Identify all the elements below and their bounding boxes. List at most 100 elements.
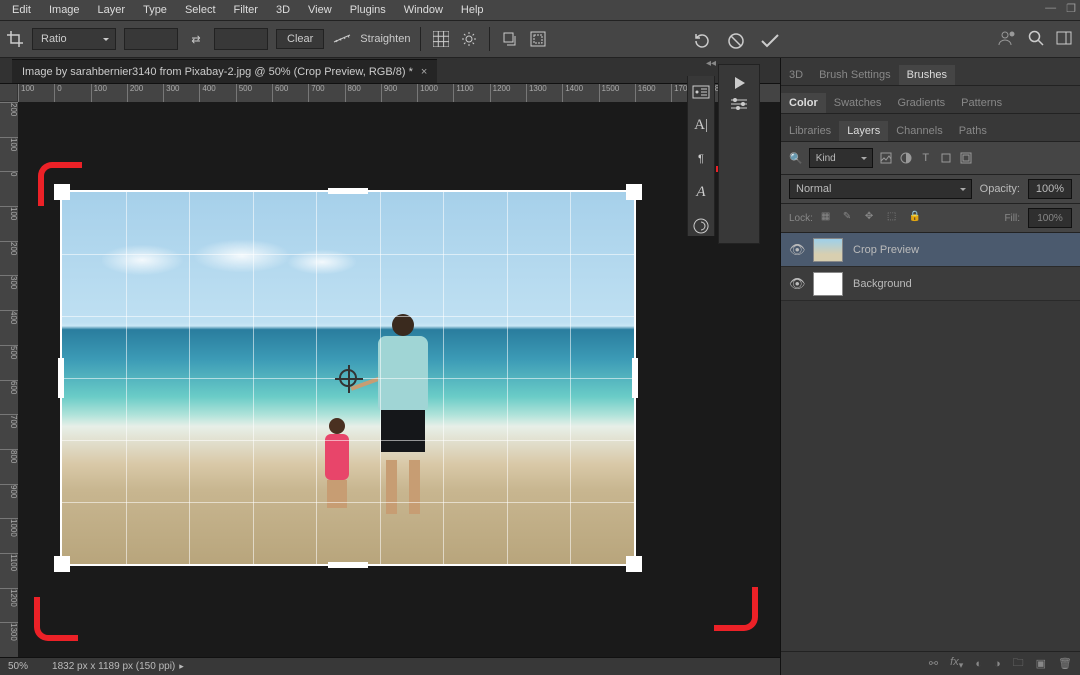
crop-handle-br[interactable] — [626, 556, 642, 572]
clear-button[interactable]: Clear — [276, 29, 324, 49]
crop-tool-icon[interactable] — [6, 30, 24, 48]
menu-layer[interactable]: Layer — [90, 2, 134, 18]
fill-field[interactable]: 100% — [1028, 208, 1072, 228]
ruler-vertical[interactable]: 2001000100200300400500600700800900100011… — [0, 102, 18, 657]
commit-crop-icon[interactable] — [760, 31, 780, 51]
character-panel-icon[interactable]: A| — [690, 116, 712, 136]
filter-shape-icon[interactable] — [939, 151, 953, 165]
layer-fx-icon[interactable]: fx▾ — [950, 656, 963, 671]
ratio-dropdown[interactable]: Ratio — [32, 28, 116, 50]
tab-paths[interactable]: Paths — [951, 121, 995, 141]
cancel-crop-icon[interactable] — [726, 31, 746, 51]
layer-mask-icon[interactable]: ◐ — [975, 658, 982, 670]
filter-adjust-icon[interactable] — [899, 151, 913, 165]
glyphs-panel-icon[interactable]: A — [690, 183, 712, 203]
opacity-field[interactable]: 100% — [1028, 179, 1072, 199]
ruler-origin[interactable] — [0, 84, 18, 102]
tab-swatches[interactable]: Swatches — [826, 93, 890, 113]
opacity-label: Opacity: — [980, 183, 1020, 195]
crop-handle-bl[interactable] — [54, 556, 70, 572]
crop-handle-t[interactable] — [328, 188, 368, 194]
layer-thumbnail[interactable] — [813, 272, 843, 296]
straighten-icon[interactable] — [332, 29, 352, 49]
menu-help[interactable]: Help — [453, 2, 492, 18]
lock-pixels-icon[interactable]: ✎ — [843, 211, 857, 225]
paragraph-panel-icon[interactable]: ¶ — [690, 149, 712, 169]
grid-overlay-icon[interactable] — [431, 29, 451, 49]
content-aware-icon[interactable] — [528, 29, 548, 49]
crop-center-icon[interactable] — [339, 369, 357, 387]
menu-select[interactable]: Select — [177, 2, 224, 18]
tab-brushes[interactable]: Brushes — [899, 65, 955, 85]
crop-handle-r[interactable] — [632, 358, 638, 398]
visibility-toggle-icon[interactable]: 👁 — [789, 242, 803, 258]
swap-dimensions-icon[interactable]: ⇄ — [186, 29, 206, 49]
layer-group-icon[interactable]: 🗀 — [1013, 654, 1024, 673]
workspace-switcher-icon[interactable] — [1056, 31, 1072, 45]
tab-color[interactable]: Color — [781, 93, 826, 113]
lock-position-icon[interactable]: ✥ — [865, 211, 879, 225]
adjustment-layer-icon[interactable]: ◑ — [994, 658, 1001, 670]
search-icon[interactable] — [1028, 30, 1044, 46]
layer-kind-dropdown[interactable]: Kind — [809, 148, 873, 168]
tab-libraries[interactable]: Libraries — [781, 121, 839, 141]
tab-gradients[interactable]: Gradients — [889, 93, 953, 113]
panel-group-mid: Color Swatches Gradients Patterns — [781, 86, 1080, 114]
menu-view[interactable]: View — [300, 2, 340, 18]
crop-region[interactable] — [62, 192, 634, 564]
crop-width-field[interactable] — [124, 28, 178, 50]
menu-image[interactable]: Image — [41, 2, 88, 18]
menu-3d[interactable]: 3D — [268, 2, 298, 18]
delete-cropped-icon[interactable] — [500, 29, 520, 49]
layer-row-crop-preview[interactable]: 👁 Crop Preview — [781, 233, 1080, 267]
cloud-user-icon[interactable] — [998, 30, 1016, 46]
document-tab[interactable]: Image by sarahbernier3140 from Pixabay-2… — [12, 59, 437, 83]
delete-layer-icon[interactable]: 🗑 — [1058, 657, 1072, 670]
properties-panel-icon[interactable] — [690, 216, 712, 236]
lock-all-icon[interactable]: 🔒 — [909, 211, 923, 225]
crop-height-field[interactable] — [214, 28, 268, 50]
menu-type[interactable]: Type — [135, 2, 175, 18]
crop-settings-icon[interactable] — [459, 29, 479, 49]
layer-list: 👁 Crop Preview 👁 Background — [781, 233, 1080, 301]
close-tab-icon[interactable]: × — [421, 66, 427, 78]
crop-handle-tr[interactable] — [626, 184, 642, 200]
filter-pixel-icon[interactable] — [879, 151, 893, 165]
filter-smart-icon[interactable] — [959, 151, 973, 165]
link-layers-icon[interactable]: ⚯ — [929, 657, 938, 670]
layer-name[interactable]: Background — [853, 278, 912, 290]
reset-crop-icon[interactable] — [692, 31, 712, 51]
straighten-label[interactable]: Straighten — [360, 33, 410, 45]
minimize-icon[interactable]: — — [1045, 2, 1056, 15]
new-layer-icon[interactable]: ▣ — [1036, 657, 1046, 670]
crop-handle-l[interactable] — [58, 358, 64, 398]
fill-label: Fill: — [1004, 213, 1020, 224]
tab-channels[interactable]: Channels — [888, 121, 950, 141]
layer-name[interactable]: Crop Preview — [853, 244, 919, 256]
document-dimensions[interactable]: 1832 px x 1189 px (150 ppi)▸ — [52, 661, 184, 672]
ruler-horizontal[interactable]: 1000100200300400500600700800900100011001… — [18, 84, 780, 102]
blend-mode-dropdown[interactable]: Normal — [789, 179, 972, 199]
visibility-toggle-icon[interactable]: 👁 — [789, 276, 803, 292]
menu-edit[interactable]: Edit — [4, 2, 39, 18]
lock-transparency-icon[interactable]: ▦ — [821, 211, 835, 225]
menu-filter[interactable]: Filter — [226, 2, 266, 18]
play-action-icon[interactable] — [731, 75, 747, 91]
layer-row-background[interactable]: 👁 Background — [781, 267, 1080, 301]
canvas[interactable] — [18, 102, 780, 657]
crop-handle-b[interactable] — [328, 562, 368, 568]
panel-collapse-arrows[interactable]: ◂◂ — [706, 58, 716, 69]
adjustments-panel-icon[interactable] — [729, 97, 749, 111]
menu-plugins[interactable]: Plugins — [342, 2, 394, 18]
filter-type-icon[interactable]: T — [919, 151, 933, 165]
history-panel-icon[interactable] — [690, 82, 712, 102]
zoom-level[interactable]: 50% — [8, 661, 28, 672]
lock-artboard-icon[interactable]: ⬚ — [887, 211, 901, 225]
tab-brush-settings[interactable]: Brush Settings — [811, 65, 899, 85]
tab-layers[interactable]: Layers — [839, 121, 888, 141]
restore-icon[interactable]: ❐ — [1066, 2, 1076, 15]
tab-patterns[interactable]: Patterns — [953, 93, 1010, 113]
menu-window[interactable]: Window — [396, 2, 451, 18]
tab-3d[interactable]: 3D — [781, 65, 811, 85]
layer-thumbnail[interactable] — [813, 238, 843, 262]
